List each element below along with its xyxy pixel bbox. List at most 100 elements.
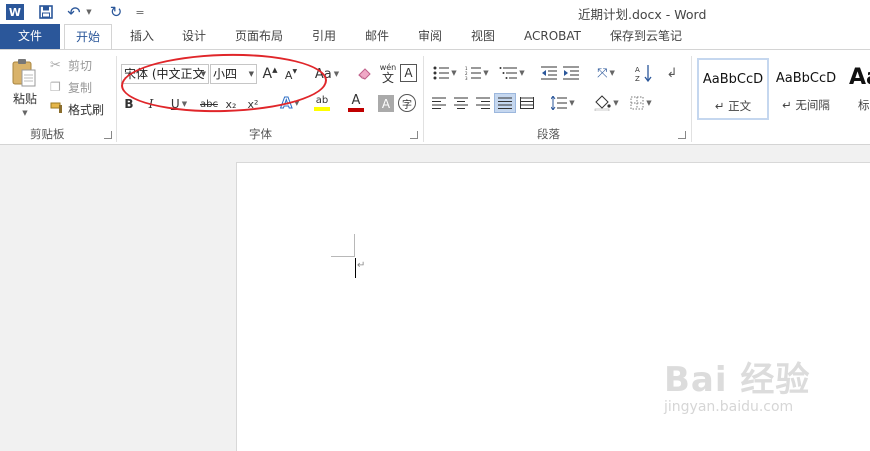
undo-dropdown-icon[interactable]: ▼: [84, 2, 94, 22]
tab-references[interactable]: 引用: [312, 24, 336, 49]
window-title: 近期计划.docx - Word: [578, 7, 707, 22]
word-window: W ↶ ▼ ↻ = 近期计划.docx - Word 文件 开始 插入 设计 页…: [0, 0, 870, 451]
borders-icon: [630, 96, 644, 110]
style-heading-1[interactable]: Aa 标: [843, 58, 870, 120]
watermark-url: jingyan.baidu.com: [664, 399, 794, 415]
format-painter-label: 格式刷: [68, 102, 105, 117]
ribbon-tabs: 文件 开始 插入 设计 页面布局 引用 邮件 审阅 视图 ACROBAT 保存到…: [0, 24, 870, 50]
bullets-button[interactable]: ▼: [430, 64, 460, 82]
style-heading-name: 标: [858, 98, 870, 112]
tab-home[interactable]: 开始: [64, 24, 112, 50]
paste-button[interactable]: 粘贴: [8, 90, 42, 106]
save-icon[interactable]: [36, 2, 56, 22]
style-normal[interactable]: AaBbCcD ↵ 正文: [697, 58, 769, 120]
shading-button[interactable]: ▼: [590, 94, 622, 112]
copy-button[interactable]: ❐ 复制: [50, 78, 116, 96]
align-right-button[interactable]: [474, 95, 492, 111]
character-border-button[interactable]: A: [400, 64, 417, 82]
watermark-brand: Bai 经验: [664, 360, 811, 400]
tab-view[interactable]: 视图: [471, 24, 495, 49]
clear-formatting-button[interactable]: [356, 64, 374, 84]
multilevel-list-button[interactable]: ▼: [496, 64, 528, 82]
undo-icon[interactable]: ↶: [64, 2, 84, 22]
word-app-icon[interactable]: W: [6, 4, 24, 20]
phonetic-guide-button[interactable]: wén 文: [378, 62, 398, 86]
align-left-icon: [432, 97, 446, 109]
phonetic-char: 文: [381, 71, 394, 85]
font-color-button[interactable]: A: [342, 92, 370, 114]
cut-button[interactable]: ✂ 剪切: [50, 56, 116, 74]
style-heading-sample: Aa: [849, 65, 870, 90]
clipboard-launcher-icon[interactable]: [104, 131, 112, 139]
tab-review[interactable]: 审阅: [418, 24, 442, 49]
multilevel-list-icon: [499, 67, 518, 79]
align-center-button[interactable]: [452, 95, 470, 111]
distributed-button[interactable]: [518, 95, 536, 111]
font-color-icon: A: [351, 93, 361, 108]
character-shading-button[interactable]: A: [378, 95, 394, 112]
paragraph-mark-icon: ↵: [357, 260, 366, 271]
style-no-spacing-sample: AaBbCcD: [775, 71, 837, 86]
highlight-color-bar: [314, 107, 330, 111]
scissors-icon: ✂: [50, 57, 61, 73]
decrease-indent-button[interactable]: [540, 64, 558, 82]
highlighter-icon: ab: [315, 95, 329, 106]
group-divider: [423, 56, 424, 142]
eraser-icon: [357, 66, 373, 83]
format-painter-button[interactable]: 格式刷: [50, 100, 116, 118]
align-right-icon: [476, 97, 490, 109]
customize-toolbar-icon[interactable]: =: [134, 2, 146, 22]
title-bar: W ↶ ▼ ↻ = 近期计划.docx - Word: [0, 0, 870, 24]
show-formatting-marks-button[interactable]: ↲: [664, 64, 680, 82]
group-divider: [116, 56, 117, 142]
svg-text:Z: Z: [635, 75, 640, 82]
paintbrush-icon: [50, 101, 64, 118]
style-no-spacing-name: ↵ 无间隔: [782, 98, 830, 112]
decrease-indent-icon: [541, 66, 557, 80]
margin-crop-mark-horizontal: [331, 256, 355, 257]
style-normal-name: ↵ 正文: [714, 99, 752, 113]
enclose-characters-button[interactable]: 字: [398, 94, 416, 112]
cut-label: 剪切: [68, 58, 93, 73]
font-launcher-icon[interactable]: [410, 131, 418, 139]
redo-icon[interactable]: ↻: [106, 2, 126, 22]
group-divider: [691, 56, 692, 142]
paragraph-launcher-icon[interactable]: [678, 131, 686, 139]
numbered-list-icon: 123: [465, 66, 482, 80]
increase-indent-button[interactable]: [562, 64, 580, 82]
tab-file[interactable]: 文件: [0, 24, 60, 49]
tab-mailings[interactable]: 邮件: [365, 24, 389, 49]
paste-icon[interactable]: [10, 58, 38, 88]
justify-button[interactable]: [494, 93, 516, 113]
tab-youdao-note[interactable]: 保存到云笔记: [610, 24, 682, 49]
distributed-icon: [520, 97, 534, 109]
numbering-button[interactable]: 1 2 3 ▼: [462, 64, 492, 82]
svg-text:A: A: [635, 66, 640, 74]
line-spacing-icon: [551, 96, 568, 110]
character-border-icon: A: [404, 66, 413, 80]
chinese-layout-icon: ⤧: [597, 65, 608, 81]
paragraph-group-label: 段落: [537, 127, 560, 141]
style-no-spacing[interactable]: AaBbCcD ↵ 无间隔: [770, 58, 842, 120]
tab-design[interactable]: 设计: [182, 24, 206, 49]
tab-insert[interactable]: 插入: [130, 24, 154, 49]
increase-indent-icon: [563, 66, 579, 80]
line-spacing-button[interactable]: ▼: [548, 95, 578, 111]
pilcrow-icon: ↲: [666, 65, 678, 81]
borders-button[interactable]: ▼: [626, 95, 656, 111]
svg-text:3: 3: [465, 76, 468, 80]
align-left-button[interactable]: [430, 95, 448, 111]
margin-crop-mark-vertical: [354, 234, 355, 256]
sort-az-icon: AZ: [635, 65, 652, 82]
paint-bucket-icon: [595, 95, 611, 111]
copy-icon: ❐: [50, 80, 61, 94]
align-center-icon: [454, 97, 468, 109]
tab-page-layout[interactable]: 页面布局: [235, 24, 283, 49]
tab-acrobat[interactable]: ACROBAT: [524, 24, 581, 49]
chinese-layout-button[interactable]: ⤧ ▼: [592, 64, 620, 82]
sort-button[interactable]: AZ: [634, 62, 654, 84]
text-cursor: [355, 258, 356, 278]
paste-dropdown-icon[interactable]: ▼: [20, 108, 30, 118]
style-normal-sample: AaBbCcD: [702, 72, 764, 87]
bullet-list-icon: [433, 66, 450, 80]
